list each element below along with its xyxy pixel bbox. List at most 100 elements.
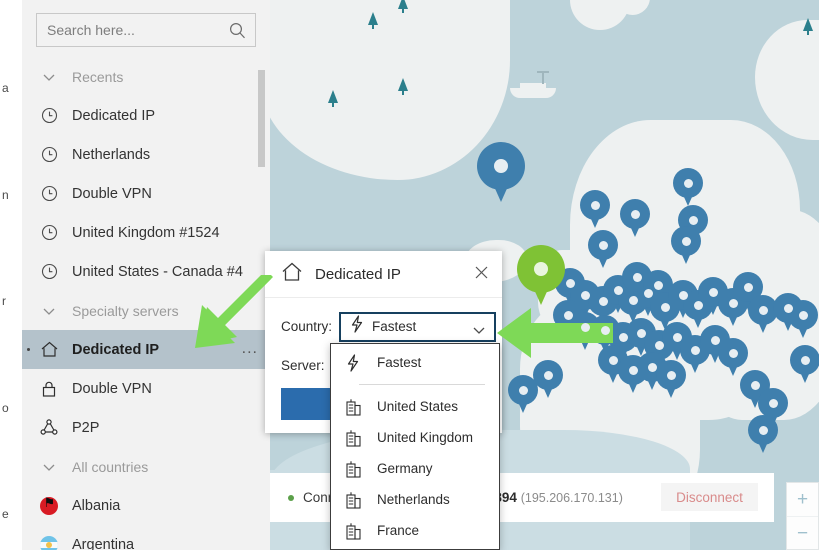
sliver-char: r <box>2 294 6 308</box>
sidebar-item-double-vpn-recent[interactable]: Double VPN <box>22 174 270 213</box>
tree-icon <box>398 78 408 95</box>
sidebar-group-specialty-servers[interactable]: Specialty servers <box>22 291 270 330</box>
country-select[interactable]: Fastest <box>339 311 496 342</box>
map-pin[interactable] <box>620 199 650 238</box>
server-list[interactable]: Recents Dedicated IP Netherlands Double … <box>22 57 270 550</box>
flag-argentina-icon <box>34 535 64 550</box>
sidebar-item-label: United Kingdom #1524 <box>72 224 220 241</box>
clock-icon <box>34 224 64 241</box>
dropdown-option-germany[interactable]: Germany <box>331 453 499 484</box>
dropdown-option-united-kingdom[interactable]: United Kingdom <box>331 422 499 453</box>
sidebar-group-label: All countries <box>72 458 149 475</box>
sidebar-item-label: Albania <box>72 497 121 514</box>
building-icon <box>345 491 367 509</box>
sliver-char: e <box>2 507 9 521</box>
dropdown-option-label: France <box>377 523 420 538</box>
clock-icon <box>34 263 64 280</box>
sidebar-group-all-countries[interactable]: All countries <box>22 447 270 486</box>
sidebar-item-dedicated-ip[interactable]: Dedicated IP ... <box>22 330 270 369</box>
sidebar-item-argentina[interactable]: Argentina <box>22 525 270 550</box>
sidebar-group-label: Specialty servers <box>72 302 179 319</box>
dropdown-option-netherlands[interactable]: Netherlands <box>331 484 499 515</box>
sliver-char: o <box>2 400 9 415</box>
lock-icon <box>34 380 64 398</box>
building-icon <box>345 460 367 478</box>
dropdown-option-united-states[interactable]: United States <box>331 391 499 422</box>
map-pin[interactable] <box>788 300 818 339</box>
clock-icon <box>34 185 64 202</box>
country-dropdown-list[interactable]: Fastest United States United Kingdom Ger… <box>330 343 500 550</box>
sidebar-item-label: Argentina <box>72 536 135 550</box>
chevron-down-icon <box>34 69 64 85</box>
sidebar-item-label: Netherlands <box>72 146 151 163</box>
sidebar-item-united-kingdom-1524[interactable]: United Kingdom #1524 <box>22 213 270 252</box>
building-icon <box>345 522 367 540</box>
tree-icon <box>803 18 813 35</box>
country-selected-value: Fastest <box>372 319 417 334</box>
dropdown-option-fastest[interactable]: Fastest <box>331 347 499 378</box>
chevron-down-icon <box>34 303 64 319</box>
country-field-row: Country: Fastest <box>265 310 502 343</box>
sidebar-scrollbar[interactable] <box>258 62 265 292</box>
building-icon <box>345 398 367 416</box>
popup-header: Dedicated IP <box>265 251 502 298</box>
map-pin[interactable] <box>673 168 703 207</box>
vpn-app-window: a n r o e h s i / d H y d r v u <box>0 0 819 550</box>
country-label: Country: <box>281 319 333 334</box>
sidebar-item-double-vpn[interactable]: Double VPN <box>22 369 270 408</box>
search-box[interactable] <box>36 13 256 47</box>
map-pin[interactable] <box>508 375 538 414</box>
background-window-sliver: a n r o e h s i / d H y d r v u <box>0 0 22 550</box>
sidebar-item-united-states-canada-4[interactable]: United States - Canada #4 <box>22 252 270 291</box>
home-icon <box>281 261 303 288</box>
dropdown-separator <box>359 384 485 385</box>
lightning-icon <box>349 315 365 338</box>
building-icon <box>345 429 367 447</box>
zoom-in-button[interactable]: + <box>787 483 818 516</box>
server-ip: (195.206.170.131) <box>520 491 623 505</box>
search-container <box>22 0 270 47</box>
dropdown-option-label: Germany <box>377 461 433 476</box>
selected-map-pin[interactable] <box>517 245 565 307</box>
sidebar-item-label: Dedicated IP <box>72 107 156 124</box>
map-pin[interactable] <box>671 226 701 265</box>
p2p-icon <box>34 418 64 437</box>
sidebar-item-netherlands-recent[interactable]: Netherlands <box>22 135 270 174</box>
sidebar-group-recents[interactable]: Recents <box>22 57 270 96</box>
sidebar-item-dedicated-ip-recent[interactable]: Dedicated IP <box>22 96 270 135</box>
sidebar-item-albania[interactable]: Albania <box>22 486 270 525</box>
map-pin[interactable] <box>477 142 525 204</box>
map-landmass <box>270 0 510 180</box>
search-icon <box>229 22 245 39</box>
sidebar-item-label: Dedicated IP <box>72 341 160 358</box>
zoom-out-button[interactable]: − <box>787 516 818 549</box>
search-input[interactable] <box>37 14 255 46</box>
map-pin[interactable] <box>748 415 778 454</box>
map-zoom-controls[interactable]: + − <box>786 482 819 550</box>
tree-icon <box>398 0 408 13</box>
connection-status-dot <box>288 494 294 501</box>
disconnect-button[interactable]: Disconnect <box>661 483 758 511</box>
map-pin[interactable] <box>656 360 686 399</box>
overflow-menu-icon[interactable]: ... <box>242 340 258 358</box>
home-icon <box>34 340 64 359</box>
close-icon[interactable] <box>471 262 492 287</box>
sidebar-item-label: P2P <box>72 419 100 436</box>
sliver-char: n <box>2 187 9 202</box>
dropdown-option-france[interactable]: France <box>331 515 499 546</box>
chevron-down-icon <box>472 323 486 341</box>
popup-title: Dedicated IP <box>315 265 401 283</box>
dropdown-option-label: Netherlands <box>377 492 450 507</box>
clock-icon <box>34 146 64 163</box>
sidebar-item-p2p[interactable]: P2P <box>22 408 270 447</box>
server-sidebar: Recents Dedicated IP Netherlands Double … <box>22 0 270 550</box>
flag-albania-icon <box>34 496 64 515</box>
map-pin[interactable] <box>588 230 618 269</box>
map-pin[interactable] <box>580 190 610 229</box>
sidebar-item-label: Double VPN <box>72 185 152 202</box>
sidebar-group-label: Recents <box>72 68 124 85</box>
map-pin[interactable] <box>790 345 819 384</box>
scrollbar-thumb[interactable] <box>258 70 265 167</box>
tree-icon <box>328 90 338 107</box>
selected-indicator-dot <box>27 348 30 351</box>
